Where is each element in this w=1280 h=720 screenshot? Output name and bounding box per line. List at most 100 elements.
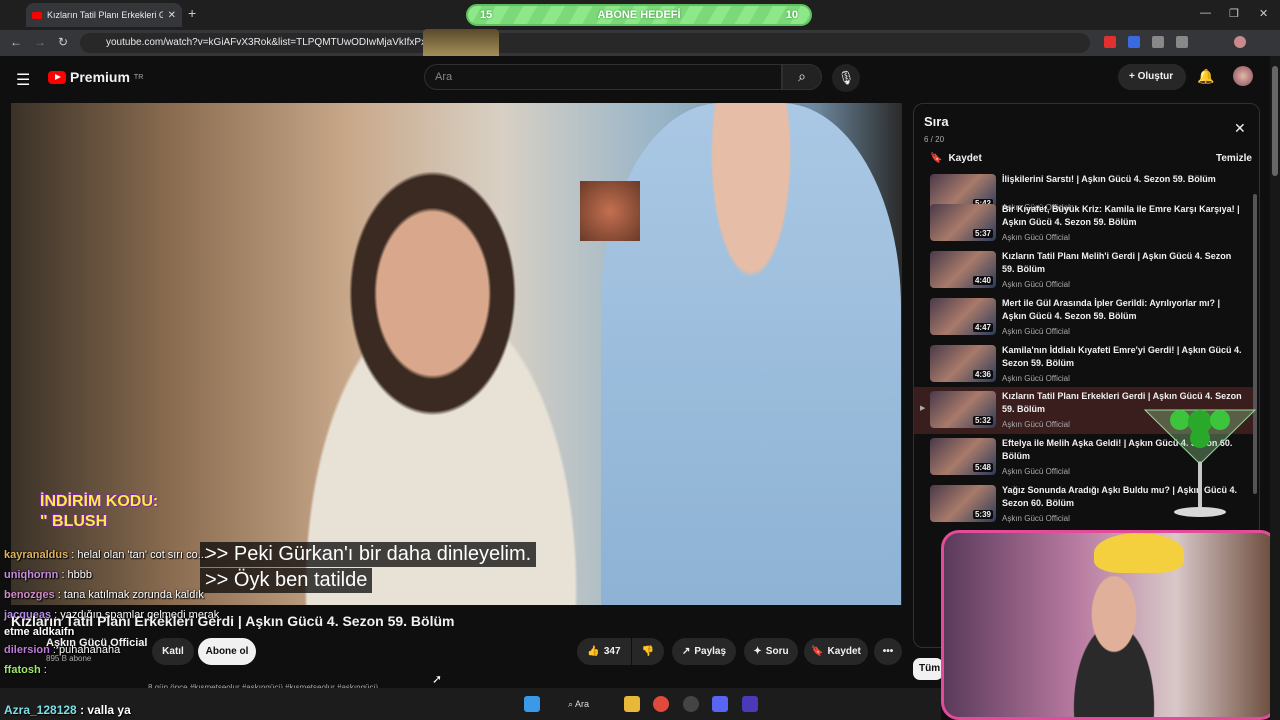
promo-line1: İNDİRİM KODU: xyxy=(40,493,159,510)
avatar[interactable] xyxy=(1233,66,1253,86)
subscribe-button[interactable]: Abone ol xyxy=(198,638,256,665)
playlist-clear-button[interactable]: Temizle xyxy=(1216,153,1252,164)
playlist-item-channel: Aşkın Gücü Official xyxy=(1002,420,1070,429)
extensions-puzzle-icon[interactable] xyxy=(1176,36,1188,48)
playlist-item[interactable]: 4:40 Kızların Tatil Planı Melih'i Gerdi |… xyxy=(914,247,1254,294)
profile-icon[interactable] xyxy=(1234,36,1246,48)
duration-badge: 4:47 xyxy=(972,323,993,332)
thumbs-down-icon: 👎 xyxy=(641,646,655,657)
save-button[interactable]: 🔖 Kaydet xyxy=(804,638,868,665)
minimize-icon[interactable]: — xyxy=(1200,7,1211,19)
maximize-icon[interactable]: ❐ xyxy=(1229,7,1239,20)
create-button[interactable]: + Oluştur xyxy=(1118,64,1186,90)
forward-icon[interactable]: → xyxy=(34,35,46,49)
youtube-premium-logo[interactable]: Premium TR xyxy=(48,69,143,85)
video-thumbnail: 5:48 xyxy=(930,438,996,475)
subscribe-label: Abone ol xyxy=(205,646,249,657)
scrollbar-thumb[interactable] xyxy=(1272,66,1278,176)
more-actions-button[interactable]: ••• xyxy=(874,638,902,665)
playlist-item-channel: Aşkın Gücü Official xyxy=(1002,233,1070,242)
extension-icon[interactable] xyxy=(1128,36,1140,48)
youtube-favicon-icon xyxy=(32,11,42,19)
hamburger-menu-icon[interactable]: ☰ xyxy=(16,70,30,90)
app-icon[interactable] xyxy=(742,696,758,712)
share-button[interactable]: ↗ Paylaş xyxy=(672,638,736,665)
playlist-item-channel: Aşkın Gücü Official xyxy=(1002,467,1070,476)
voice-search-button[interactable]: 🎙 xyxy=(832,64,860,92)
join-button[interactable]: Katıl xyxy=(152,638,194,665)
like-count: 347 xyxy=(603,646,621,657)
playlist-item-title: İlişkilerini Sarstı! | Aşkın Gücü 4. Sez… xyxy=(1002,174,1216,184)
logo-region: TR xyxy=(133,73,144,81)
chrome-icon[interactable] xyxy=(653,696,669,712)
dislike-button[interactable]: 👎 xyxy=(632,638,664,665)
duration-badge: 5:48 xyxy=(972,463,993,472)
logo-text: Premium xyxy=(70,69,130,85)
taskbar-search[interactable]: ⌕ Ara xyxy=(568,699,589,710)
search-input[interactable]: Ara xyxy=(424,64,782,90)
close-window-icon[interactable]: ✕ xyxy=(1259,7,1268,20)
close-playlist-icon[interactable]: ✕ xyxy=(1234,120,1246,137)
tab-title: Kızların Tatil Planı Erkekleri Gerdi xyxy=(47,10,163,20)
chat-message: uniqhornn : hbbb xyxy=(4,569,93,581)
youtube-play-icon xyxy=(48,70,66,84)
taskbar-search-label: Ara xyxy=(575,699,590,709)
chat-message: ffatosh : xyxy=(4,664,47,676)
martini-glass-overlay xyxy=(1143,409,1257,517)
playlist-item[interactable]: 5:37 Bir Kıyafet, Büyük Kriz: Kamila ile … xyxy=(914,200,1254,247)
ask-label: Soru xyxy=(765,646,789,657)
share-icon: ↗ xyxy=(681,646,691,657)
url-field[interactable]: youtube.com/watch?v=kGiAFvX3Rok&list=TLP… xyxy=(80,33,1090,53)
promo-line2: " BLUSH xyxy=(40,513,108,530)
playlist-title: Sıra xyxy=(924,114,949,129)
discord-icon[interactable] xyxy=(712,696,728,712)
bookmark-icon: 🔖 xyxy=(811,646,824,657)
stream-overlay-emote xyxy=(580,181,640,241)
video-thumbnail: 5:37 xyxy=(930,204,996,241)
playlist-save-button[interactable]: 🔖 Kaydet xyxy=(930,153,982,164)
playlist-item-title: Kızların Tatil Planı Melih'i Gerdi | Aşk… xyxy=(1002,251,1232,274)
chat-message: Azra_128128 : valla ya xyxy=(4,703,131,717)
file-explorer-icon[interactable] xyxy=(624,696,640,712)
subtitle-line: >> Peki Gürkan'ı bir daha dinleyelim. xyxy=(200,542,537,567)
close-tab-icon[interactable]: ✕ xyxy=(168,10,176,21)
playlist-position: 6 / 20 xyxy=(924,135,945,144)
playlist-item-title: Bir Kıyafet, Büyük Kriz: Kamila ile Emre… xyxy=(1002,204,1240,227)
video-title: Kızların Tatil Planı Erkekleri Gerdi | A… xyxy=(11,613,455,629)
search-icon: ⌕ xyxy=(798,68,806,84)
save-label: Kaydet xyxy=(827,646,861,657)
playlist-item[interactable]: 4:47 Mert ile Gül Arasında İpler Gerildi:… xyxy=(914,294,1254,341)
search-button[interactable]: ⌕ xyxy=(782,64,822,90)
chat-message: kayranaldus : helal olan 'tan' cot sırı … xyxy=(4,549,207,561)
goal-target: 10 xyxy=(785,9,798,21)
like-button[interactable]: 👍 347 xyxy=(577,638,631,665)
reload-icon[interactable]: ↻ xyxy=(58,35,68,49)
browser-tab[interactable]: Kızların Tatil Planı Erkekleri Gerdi ✕ xyxy=(26,3,182,27)
extension-icon[interactable] xyxy=(1152,36,1164,48)
address-bar: ← → ↻ youtube.com/watch?v=kGiAFvX3Rok&li… xyxy=(0,30,1280,56)
video-thumbnail: 4:36 xyxy=(930,345,996,382)
windows-taskbar: ⌕ Ara xyxy=(0,688,941,720)
playlist-item-title: Mert ile Gül Arasında İpler Gerildi: Ayr… xyxy=(1002,298,1221,321)
windows-start-icon[interactable] xyxy=(524,696,540,712)
playlist-item-title: Kamila'nın İddialı Kıyafeti Emre'yi Gerd… xyxy=(1002,345,1242,368)
subscriber-count: 895 B abone xyxy=(46,654,92,663)
new-tab-button[interactable]: + xyxy=(188,5,196,21)
channel-name[interactable]: Aşkın Gücü Official xyxy=(46,637,147,649)
chat-message: benozges : tana katılmak zorunda kaldık xyxy=(4,589,204,601)
back-icon[interactable]: ← xyxy=(10,35,22,49)
chat-username: Azra_128128 xyxy=(4,703,77,717)
duration-badge: 5:39 xyxy=(972,510,993,519)
page-scrollbar[interactable] xyxy=(1270,56,1280,720)
obs-icon[interactable] xyxy=(683,696,699,712)
filter-chip-all[interactable]: Tüm xyxy=(913,658,943,680)
playlist-item[interactable]: 4:36 Kamila'nın İddialı Kıyafeti Emre'yi … xyxy=(914,341,1254,388)
notifications-bell-icon[interactable]: 🔔 xyxy=(1197,68,1214,85)
sparkle-icon: ✦ xyxy=(753,646,762,657)
extension-icon[interactable] xyxy=(1104,36,1116,48)
join-label: Katıl xyxy=(162,646,184,657)
playlist-item-channel: Aşkın Gücü Official xyxy=(1002,280,1070,289)
ask-button[interactable]: ✦ Soru xyxy=(744,638,798,665)
playlist-save-label: Kaydet xyxy=(948,153,982,164)
thumbs-up-icon: 👍 xyxy=(587,646,600,657)
